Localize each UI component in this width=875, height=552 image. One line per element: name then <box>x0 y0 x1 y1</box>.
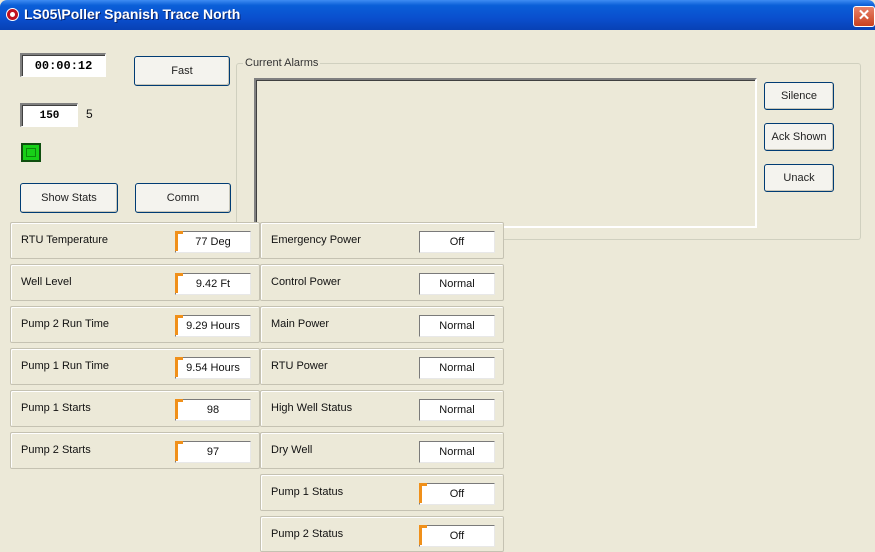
indicator-mark <box>175 399 183 419</box>
measurement-value: 97 <box>175 441 251 463</box>
status-value: Normal <box>419 315 495 337</box>
measurement-value-text: 98 <box>206 404 220 416</box>
ack-shown-button[interactable]: Ack Shown <box>764 123 834 151</box>
window-title: LS05\Poller Spanish Trace North <box>24 6 241 22</box>
status-value: Off <box>419 525 495 547</box>
measurement-value: 98 <box>175 399 251 421</box>
status-row: Control Power Normal <box>260 264 504 301</box>
indicator-mark <box>175 231 183 251</box>
measurement-label: Pump 1 Starts <box>21 402 91 414</box>
alarm-list[interactable] <box>254 78 757 228</box>
status-label: Pump 2 Status <box>271 528 344 540</box>
status-value-text: Off <box>449 530 465 542</box>
app-window: LS05\Poller Spanish Trace North ✕ 00:00:… <box>0 0 875 552</box>
measurement-value: 9.29 Hours <box>175 315 251 337</box>
measurement-label: RTU Temperature <box>21 234 109 246</box>
status-value: Normal <box>419 273 495 295</box>
count-display: 150 <box>20 103 78 127</box>
unack-button[interactable]: Unack <box>764 164 834 192</box>
status-row: RTU Power Normal <box>260 348 504 385</box>
status-value: Off <box>419 231 495 253</box>
status-led <box>21 143 41 162</box>
indicator-mark <box>175 273 183 293</box>
measurement-value-text: 9.42 Ft <box>195 278 231 290</box>
measurement-row: Pump 1 Starts 98 <box>10 390 260 427</box>
show-stats-button[interactable]: Show Stats <box>20 183 118 213</box>
measurement-value: 9.42 Ft <box>175 273 251 295</box>
status-row: Emergency Power Off <box>260 222 504 259</box>
status-value: Off <box>419 483 495 505</box>
measurement-value-text: 97 <box>206 446 220 458</box>
status-row: High Well Status Normal <box>260 390 504 427</box>
measurement-label: Well Level <box>21 276 72 288</box>
comm-button[interactable]: Comm <box>135 183 231 213</box>
indicator-mark <box>419 525 427 545</box>
measurement-row: Pump 2 Starts 97 <box>10 432 260 469</box>
status-row: Main Power Normal <box>260 306 504 343</box>
current-alarms-title: Current Alarms <box>245 57 319 69</box>
count-suffix: 5 <box>86 107 93 121</box>
status-row: Pump 1 Status Off <box>260 474 504 511</box>
measurement-value-text: 77 Deg <box>195 236 231 248</box>
status-value: Normal <box>419 357 495 379</box>
fast-button[interactable]: Fast <box>134 56 230 86</box>
status-label: Main Power <box>271 318 330 330</box>
indicator-mark <box>175 315 183 335</box>
client-area: 00:00:12 Fast 150 5 Show Stats Comm Curr… <box>6 30 869 552</box>
status-value: Normal <box>419 441 495 463</box>
elapsed-timer: 00:00:12 <box>20 53 106 77</box>
status-value-text: Off <box>449 488 465 500</box>
status-label: Pump 1 Status <box>271 486 344 498</box>
app-icon <box>6 8 19 21</box>
measurement-row: Pump 1 Run Time 9.54 Hours <box>10 348 260 385</box>
measurement-row: Pump 2 Run Time 9.29 Hours <box>10 306 260 343</box>
silence-button[interactable]: Silence <box>764 82 834 110</box>
indicator-mark <box>175 441 183 461</box>
measurement-label: Pump 1 Run Time <box>21 360 110 372</box>
indicator-mark <box>175 357 183 377</box>
status-label: Dry Well <box>271 444 313 456</box>
status-value: Normal <box>419 399 495 421</box>
measurement-value-text: 9.29 Hours <box>186 320 240 332</box>
measurement-value: 77 Deg <box>175 231 251 253</box>
status-row: Pump 2 Status Off <box>260 516 504 552</box>
status-label: Control Power <box>271 276 341 288</box>
measurement-value: 9.54 Hours <box>175 357 251 379</box>
status-label: High Well Status <box>271 402 353 414</box>
measurement-label: Pump 2 Starts <box>21 444 91 456</box>
title-bar[interactable]: LS05\Poller Spanish Trace North ✕ <box>0 0 875 30</box>
status-label: RTU Power <box>271 360 328 372</box>
status-label: Emergency Power <box>271 234 361 246</box>
status-row: Dry Well Normal <box>260 432 504 469</box>
measurement-value-text: 9.54 Hours <box>186 362 240 374</box>
measurement-row: Well Level 9.42 Ft <box>10 264 260 301</box>
indicator-mark <box>419 483 427 503</box>
measurement-label: Pump 2 Run Time <box>21 318 110 330</box>
measurement-row: RTU Temperature 77 Deg <box>10 222 260 259</box>
close-button[interactable]: ✕ <box>853 6 875 27</box>
